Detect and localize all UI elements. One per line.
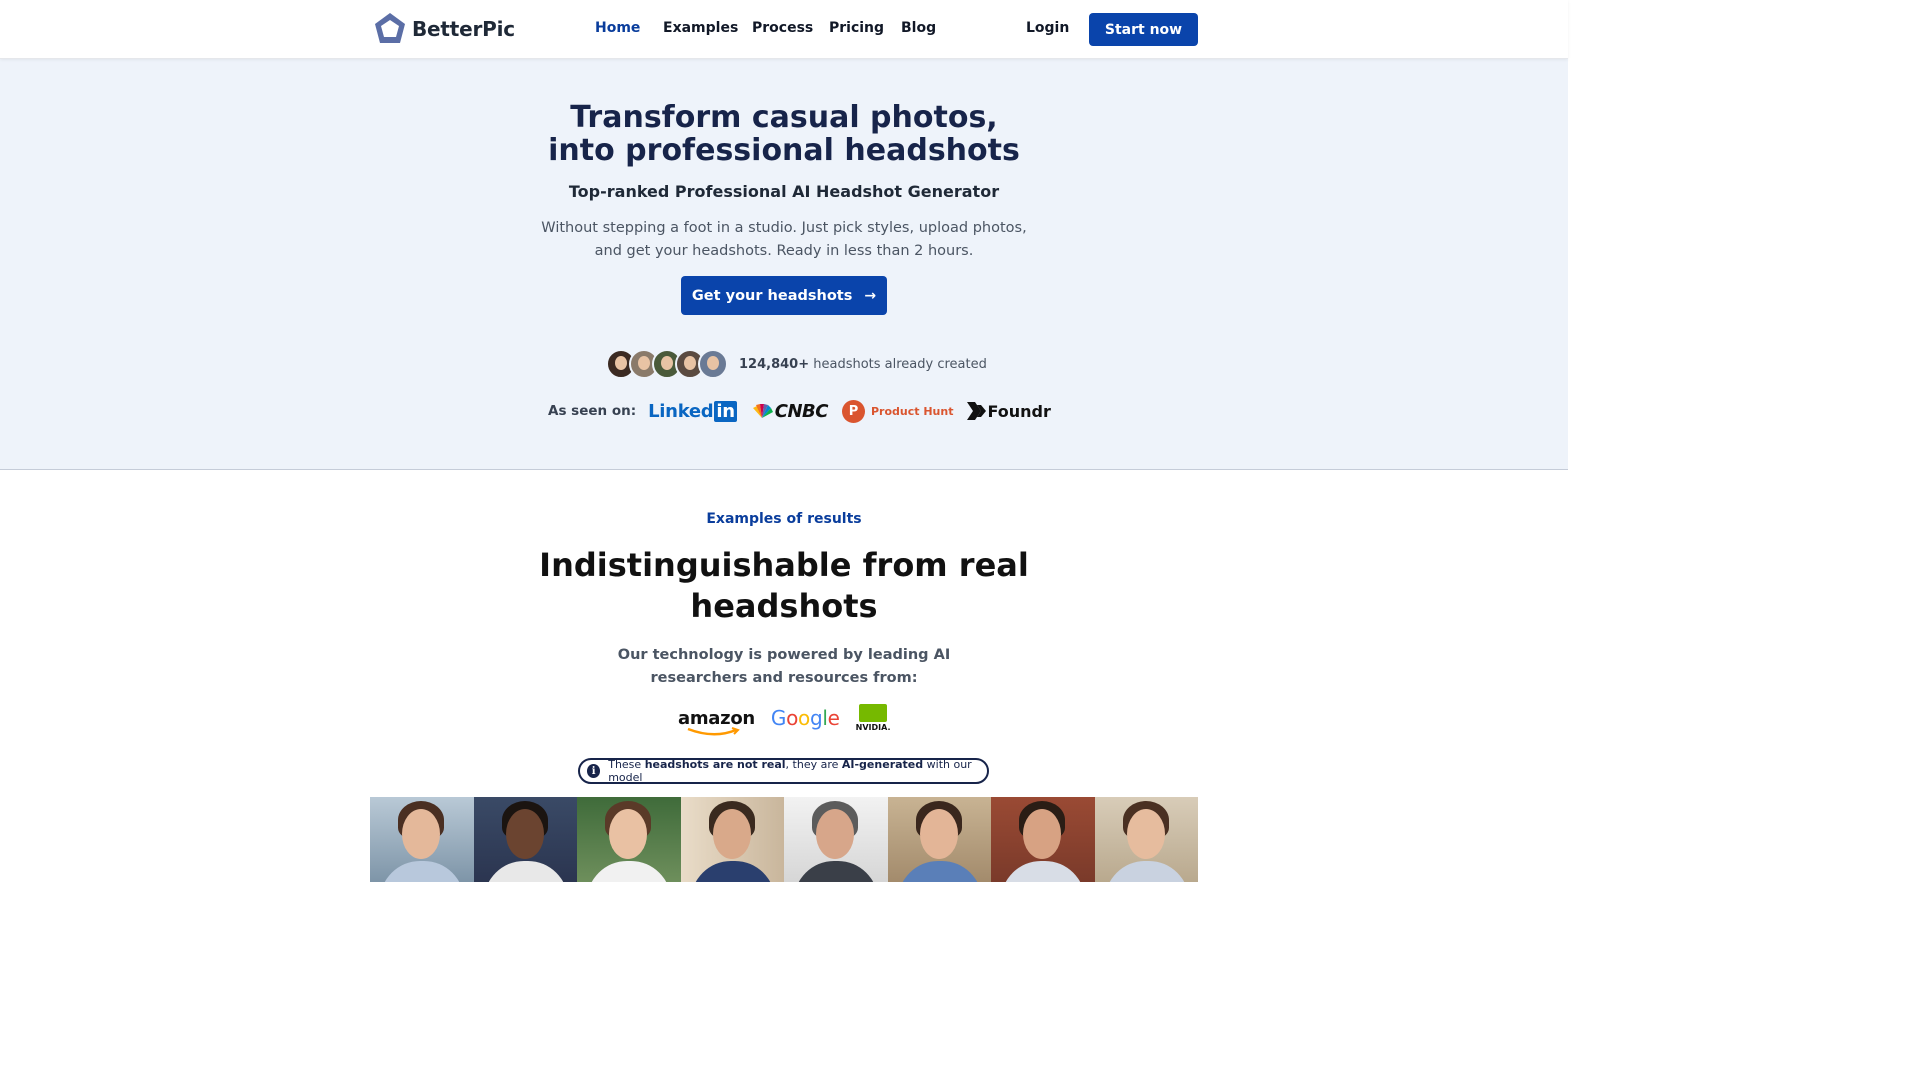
linkedin-logo-box: in: [714, 400, 737, 422]
avatar: [698, 349, 728, 379]
headshot-gallery: [370, 797, 1198, 882]
notice-text-bold: headshots are not real: [644, 758, 786, 771]
foundr-icon: [967, 402, 987, 420]
google-letter: G: [770, 706, 787, 730]
headshot-image[interactable]: [887, 797, 991, 882]
examples-description-line-2: researchers and resources from:: [650, 670, 918, 686]
product-hunt-icon: P: [841, 399, 865, 423]
linkedin-logo: Linked in: [648, 400, 737, 422]
headshot-count: 124,840+: [739, 356, 810, 372]
examples-title-line-1: Indistinguishable from real: [539, 546, 1029, 584]
examples-description: Our technology is powered by leading AI …: [0, 644, 1568, 690]
google-letter: o: [798, 706, 810, 730]
google-letter: g: [809, 706, 823, 730]
headshot-image[interactable]: [1094, 797, 1198, 882]
headshot-count-text: 124,840+ headshots already created: [739, 357, 987, 372]
amazon-smile-icon: [687, 726, 740, 735]
nav-home[interactable]: Home: [595, 20, 640, 36]
headshot-image[interactable]: [991, 797, 1095, 882]
examples-title: Indistinguishable from real headshots: [0, 545, 1568, 627]
hero-section: Transform casual photos, into profession…: [0, 59, 1568, 470]
examples-description-line-1: Our technology is powered by leading AI: [617, 647, 951, 663]
headshot-image[interactable]: [680, 797, 784, 882]
pentagon-logo-icon: [375, 13, 405, 43]
notice-text: These headshots are not real, they are A…: [608, 758, 987, 784]
brand-name: BetterPic: [412, 17, 515, 41]
nvidia-logo: NVIDIA.: [856, 704, 891, 732]
google-letter: o: [786, 706, 799, 730]
headshot-count-suffix: headshots already created: [809, 356, 987, 372]
site-header: BetterPic Home Examples Process Pricing …: [0, 0, 1568, 59]
product-hunt-text: Product Hunt: [870, 404, 954, 418]
start-now-button[interactable]: Start now: [1089, 13, 1198, 46]
notice-text-part: These: [608, 758, 645, 771]
hero-title: Transform casual photos, into profession…: [0, 101, 1568, 167]
notice-text-part: , they are: [785, 758, 842, 771]
brand-logo[interactable]: BetterPic: [373, 12, 515, 46]
nvidia-eye-icon: [859, 704, 888, 722]
nav-examples[interactable]: Examples: [663, 20, 738, 36]
arrow-right-icon: →: [864, 287, 877, 304]
cnbc-logo: CNBC: [751, 401, 828, 422]
foundr-logo: Foundr: [967, 401, 1051, 421]
headshot-image[interactable]: [370, 797, 474, 882]
nav-process[interactable]: Process: [752, 20, 813, 36]
nvidia-text: NVIDIA.: [855, 723, 891, 732]
ai-generated-notice: i These headshots are not real, they are…: [578, 758, 989, 784]
nav-pricing[interactable]: Pricing: [829, 20, 884, 36]
headshot-image[interactable]: [577, 797, 681, 882]
get-headshots-button[interactable]: Get your headshots →: [681, 276, 887, 315]
amazon-logo-text: amazon: [678, 707, 755, 729]
foundr-text: Foundr: [987, 401, 1051, 421]
hero-subtitle: Top-ranked Professional AI Headshot Gene…: [568, 182, 1000, 201]
notice-text-bold: AI-generated: [841, 758, 924, 771]
examples-title-line-2: headshots: [690, 587, 878, 625]
peacock-icon: [752, 404, 773, 418]
cnbc-logo-text: CNBC: [774, 400, 829, 422]
examples-eyebrow: Examples of results: [706, 511, 862, 527]
hero-title-line-2: into professional headshots: [548, 133, 1020, 168]
ai-partner-logos: amazon Google NVIDIA.: [678, 703, 891, 735]
avatar-stack: [606, 349, 728, 379]
as-seen-on: As seen on: Linked in CNBC P Product Hunt: [548, 398, 1065, 424]
amazon-logo: amazon: [678, 707, 755, 735]
social-proof: 124,840+ headshots already created: [606, 349, 987, 379]
headshot-image[interactable]: [473, 797, 577, 882]
nav-blog[interactable]: Blog: [901, 20, 936, 36]
login-link[interactable]: Login: [1026, 20, 1069, 36]
cta-label: Get your headshots: [691, 287, 853, 304]
linkedin-logo-text: Linked: [648, 400, 714, 422]
hero-description: Without stepping a foot in a studio. Jus…: [541, 220, 1027, 259]
product-hunt-logo: P Product Hunt: [841, 399, 954, 423]
as-seen-on-label: As seen on:: [548, 403, 637, 419]
google-logo: Google: [771, 706, 840, 730]
google-letter: e: [827, 706, 840, 730]
info-icon: i: [587, 764, 601, 778]
hero-title-line-1: Transform casual photos,: [570, 100, 998, 135]
headshot-image[interactable]: [784, 797, 888, 882]
